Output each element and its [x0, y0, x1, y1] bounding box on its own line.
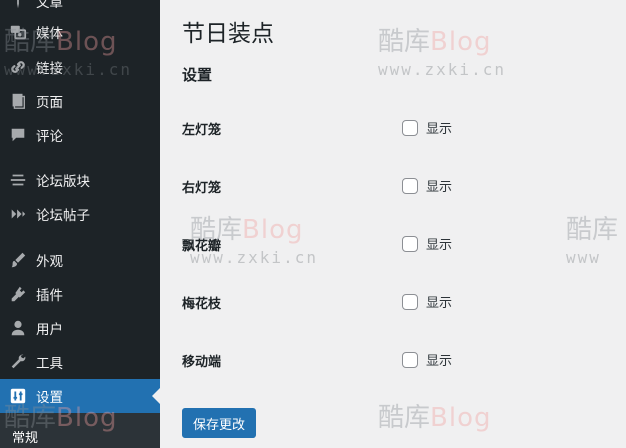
- forum-icon: [8, 170, 28, 190]
- pin-icon: [8, 0, 28, 11]
- checkbox-label: 显示: [426, 296, 453, 311]
- media-icon: [8, 22, 28, 42]
- plugin-icon: [8, 284, 28, 304]
- sidebar-item-label: 评论: [36, 129, 63, 145]
- sidebar-item-tools[interactable]: 工具: [0, 345, 160, 379]
- save-changes-button[interactable]: 保存更改: [182, 408, 256, 438]
- watermark-cn: 酷库: [378, 27, 431, 57]
- sidebar-item-label: 链接: [36, 61, 63, 77]
- wrench-icon: [8, 352, 28, 372]
- left-lantern-option[interactable]: 显示: [402, 118, 452, 137]
- sidebar-item-label: 媒体: [36, 26, 63, 42]
- right-lantern-checkbox[interactable]: [402, 177, 418, 194]
- sidebar-item-media[interactable]: 媒体: [0, 15, 160, 49]
- user-icon: [8, 318, 28, 338]
- sidebar-item-label: 用户: [36, 322, 63, 338]
- watermark-cn: 酷库: [566, 215, 619, 245]
- sidebar-item-settings[interactable]: 设置: [0, 379, 160, 413]
- checkbox-label: 显示: [426, 180, 453, 195]
- petals-checkbox[interactable]: [402, 235, 418, 252]
- watermark: 酷库Blog www.zxki.cn: [378, 28, 506, 79]
- watermark-url-partial: www: [566, 248, 601, 267]
- watermark-en: Blog: [430, 27, 492, 57]
- topic-icon: [8, 204, 28, 224]
- admin-sidebar: 文章 媒体 链接 页面 评论 论坛版块 论坛帖子 外观 插件 用户 工具 设置 …: [0, 0, 160, 448]
- petals-option[interactable]: 显示: [402, 234, 452, 253]
- watermark-en: Blog: [242, 215, 304, 245]
- page-title: 节日装点: [182, 21, 274, 47]
- sidebar-item-label: 设置: [36, 390, 63, 406]
- checkbox-label: 显示: [426, 354, 453, 369]
- settings-submenu: 常规: [0, 413, 160, 448]
- right-lantern-option[interactable]: 显示: [402, 176, 452, 195]
- watermark-en: Blog: [430, 403, 492, 433]
- mobile-option[interactable]: 显示: [402, 350, 452, 369]
- brush-icon: [8, 250, 28, 270]
- watermark-url: www.zxki.cn: [378, 60, 506, 79]
- sidebar-item-label: 页面: [36, 95, 63, 111]
- plum-branch-option[interactable]: 显示: [402, 292, 452, 311]
- link-icon: [8, 57, 28, 77]
- checkbox-label: 显示: [426, 238, 453, 253]
- sidebar-item-label: 论坛版块: [36, 174, 90, 190]
- sidebar-item-appearance[interactable]: 外观: [0, 243, 160, 277]
- sidebar-item-label: 论坛帖子: [36, 208, 90, 224]
- mobile-checkbox[interactable]: [402, 351, 418, 368]
- plum-branch-checkbox[interactable]: [402, 293, 418, 310]
- sidebar-item-topics[interactable]: 论坛帖子: [0, 197, 160, 231]
- section-title: 设置: [182, 66, 213, 84]
- watermark: 酷库 www: [566, 216, 618, 267]
- settings-icon: [8, 386, 28, 406]
- row-label-plum-branch: 梅花枝: [182, 297, 222, 312]
- sidebar-item-pages[interactable]: 页面: [0, 84, 160, 118]
- row-label-right-lantern: 右灯笼: [182, 181, 222, 196]
- sidebar-item-users[interactable]: 用户: [0, 311, 160, 345]
- sidebar-item-label: 文章: [36, 0, 63, 11]
- sidebar-item-plugins[interactable]: 插件: [0, 277, 160, 311]
- left-lantern-checkbox[interactable]: [402, 119, 418, 136]
- watermark-cn: 酷库: [378, 403, 431, 433]
- sidebar-item-label: 外观: [36, 254, 63, 270]
- watermark: 酷库Blog: [378, 404, 492, 432]
- sidebar-item-label: 插件: [36, 288, 63, 304]
- sidebar-item-links[interactable]: 链接: [0, 50, 160, 84]
- sidebar-item-forums[interactable]: 论坛版块: [0, 163, 160, 197]
- sidebar-item-comments[interactable]: 评论: [0, 118, 160, 152]
- row-label-mobile: 移动端: [182, 355, 222, 370]
- page-icon: [8, 91, 28, 111]
- row-label-petals: 飘花瓣: [182, 239, 222, 254]
- sidebar-item-label: 工具: [36, 356, 63, 372]
- submenu-item-general[interactable]: 常规: [12, 427, 38, 446]
- checkbox-label: 显示: [426, 122, 453, 137]
- comment-icon: [8, 125, 28, 145]
- row-label-left-lantern: 左灯笼: [182, 123, 222, 138]
